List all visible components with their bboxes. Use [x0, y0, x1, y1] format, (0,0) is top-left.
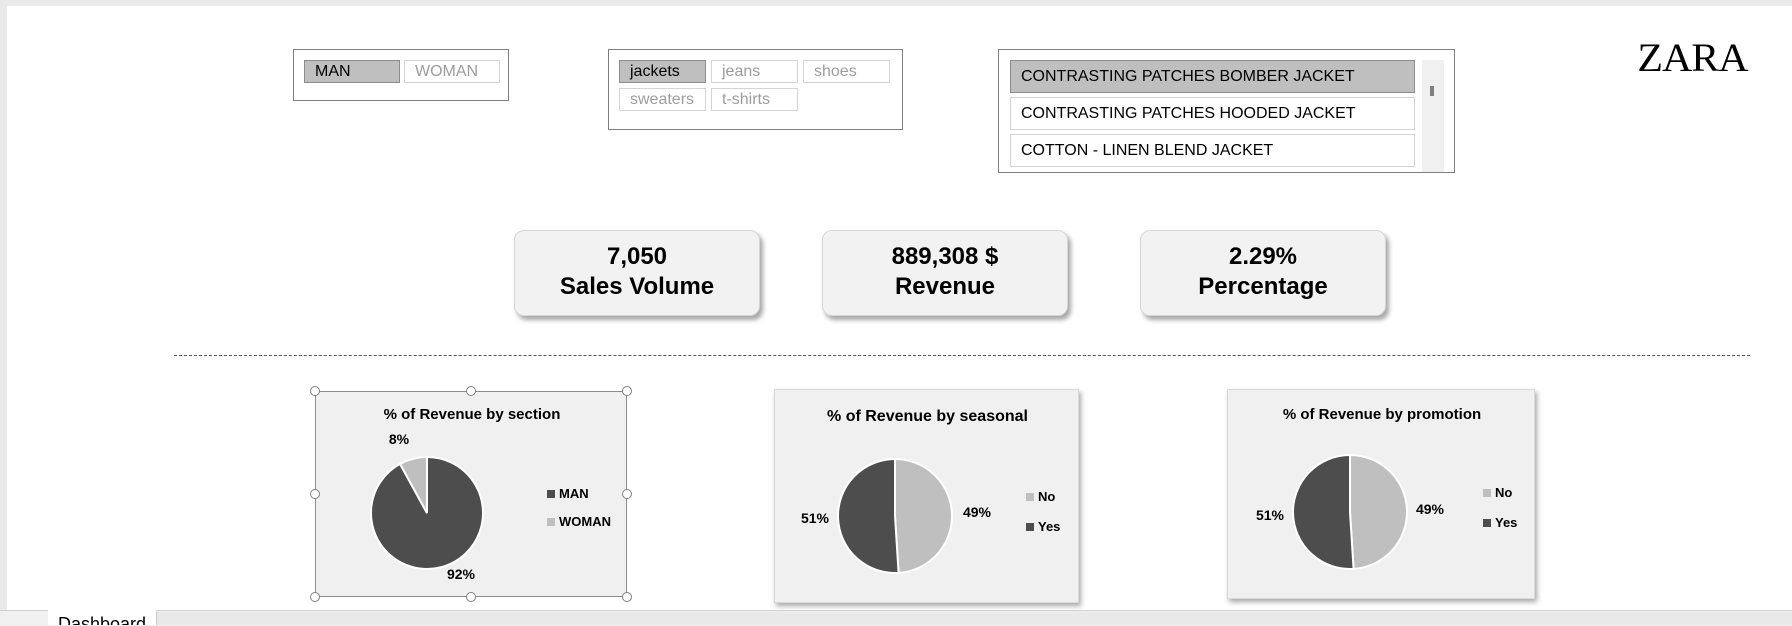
- section-divider: [174, 355, 1750, 356]
- chart-title: % of Revenue by seasonal: [827, 408, 1028, 425]
- resize-handle-bm[interactable]: [466, 592, 476, 602]
- product-slicer: CONTRASTING PATCHES BOMBER JACKET CONTRA…: [998, 49, 1455, 173]
- pie-slice-no[interactable]: [1349, 453, 1408, 570]
- legend-label: Yes: [1038, 519, 1060, 534]
- pie-slice-yes[interactable]: [837, 457, 900, 574]
- legend-label: MAN: [559, 486, 589, 501]
- data-label: 49%: [963, 504, 992, 520]
- chart-svg: % of Revenue by seasonal 49% 51% No Yes: [801, 408, 1060, 574]
- pie-slice-yes[interactable]: [1292, 453, 1355, 570]
- kpi-revenue-value: 889,308 $: [891, 243, 999, 270]
- resize-handle-ml[interactable]: [310, 489, 320, 499]
- legend-swatch: [547, 490, 555, 498]
- kpi-sales-value: 7,050: [606, 243, 668, 270]
- left-bar: [0, 6, 7, 610]
- slicer-item-sweaters[interactable]: sweaters: [619, 88, 706, 111]
- slicer-item-woman[interactable]: WOMAN: [404, 60, 500, 83]
- slicer-item-t-shirts[interactable]: t-shirts: [711, 88, 798, 111]
- chart-revenue-by-seasonal[interactable]: % of Revenue by seasonal 49% 51% No Yes: [774, 389, 1079, 603]
- legend-label: No: [1038, 489, 1055, 504]
- zara-logo: ZARA: [1637, 35, 1748, 80]
- legend-swatch: [1026, 523, 1034, 531]
- resize-handle-tl[interactable]: [310, 386, 320, 396]
- data-label: 8%: [389, 431, 410, 447]
- slicer-item-jackets[interactable]: jackets: [619, 60, 706, 83]
- section-slicer: MAN WOMAN: [293, 49, 509, 101]
- chart-title: % of Revenue by section: [384, 406, 561, 423]
- kpi-percentage-value: 2.29%: [1228, 243, 1298, 270]
- slicer-item-man[interactable]: MAN: [304, 60, 400, 83]
- legend-label: Yes: [1495, 515, 1517, 530]
- kpi-revenue-label: Revenue: [894, 273, 996, 300]
- resize-handle-bl[interactable]: [310, 592, 320, 602]
- chart-revenue-by-promotion[interactable]: % of Revenue by promotion 49% 51% No Yes: [1227, 389, 1535, 599]
- resize-handle-tr[interactable]: [622, 386, 632, 396]
- pie-slice-no[interactable]: [894, 457, 953, 574]
- scrollbar-thumb[interactable]: [1430, 86, 1434, 96]
- data-label: 92%: [447, 566, 476, 582]
- slicer-item-shoes[interactable]: shoes: [803, 60, 890, 83]
- data-label: 51%: [1256, 507, 1285, 523]
- kpi-percentage: 2.29% Percentage: [1140, 230, 1386, 316]
- legend-swatch: [547, 518, 555, 526]
- list-item-hooded-jacket[interactable]: CONTRASTING PATCHES HOODED JACKET: [1010, 97, 1415, 130]
- kpi-sales-label: Sales Volume: [559, 273, 715, 300]
- kpi-sales-volume: 7,050 Sales Volume: [514, 230, 760, 316]
- list-item-bomber-jacket[interactable]: CONTRASTING PATCHES BOMBER JACKET: [1010, 60, 1415, 93]
- data-label: 51%: [801, 510, 830, 526]
- resize-handle-tm[interactable]: [466, 386, 476, 396]
- kpi-revenue: 889,308 $ Revenue: [822, 230, 1068, 316]
- resize-handle-br[interactable]: [622, 592, 632, 602]
- horizontal-scrollbar[interactable]: [156, 612, 1792, 625]
- list-item-linen-jacket[interactable]: COTTON - LINEN BLEND JACKET: [1010, 134, 1415, 167]
- chart-title: % of Revenue by promotion: [1283, 406, 1481, 423]
- legend-label: No: [1495, 485, 1512, 500]
- slicer-item-jeans[interactable]: jeans: [711, 60, 798, 83]
- list-scrollbar[interactable]: [1422, 60, 1444, 172]
- category-slicer: jackets jeans shoes sweaters t-shirts: [608, 49, 903, 130]
- sheet-tab-dashboard[interactable]: Dashboard: [48, 610, 156, 625]
- legend-swatch: [1483, 519, 1491, 527]
- legend-label: WOMAN: [559, 514, 611, 529]
- chart-svg: % of Revenue by promotion 49% 51% No Yes: [1256, 406, 1517, 570]
- kpi-percentage-label: Percentage: [1198, 273, 1328, 300]
- top-bar: [0, 0, 1792, 6]
- resize-handle-mr[interactable]: [622, 489, 632, 499]
- chart-svg: % of Revenue by section 92% 8% MAN WOMAN: [370, 406, 611, 582]
- chart-revenue-by-section[interactable]: % of Revenue by section 92% 8% MAN WOMAN: [315, 391, 627, 597]
- sheet-tab-label: Dashboard: [58, 614, 147, 625]
- legend-swatch: [1483, 489, 1491, 497]
- data-label: 49%: [1416, 501, 1445, 517]
- legend-swatch: [1026, 493, 1034, 501]
